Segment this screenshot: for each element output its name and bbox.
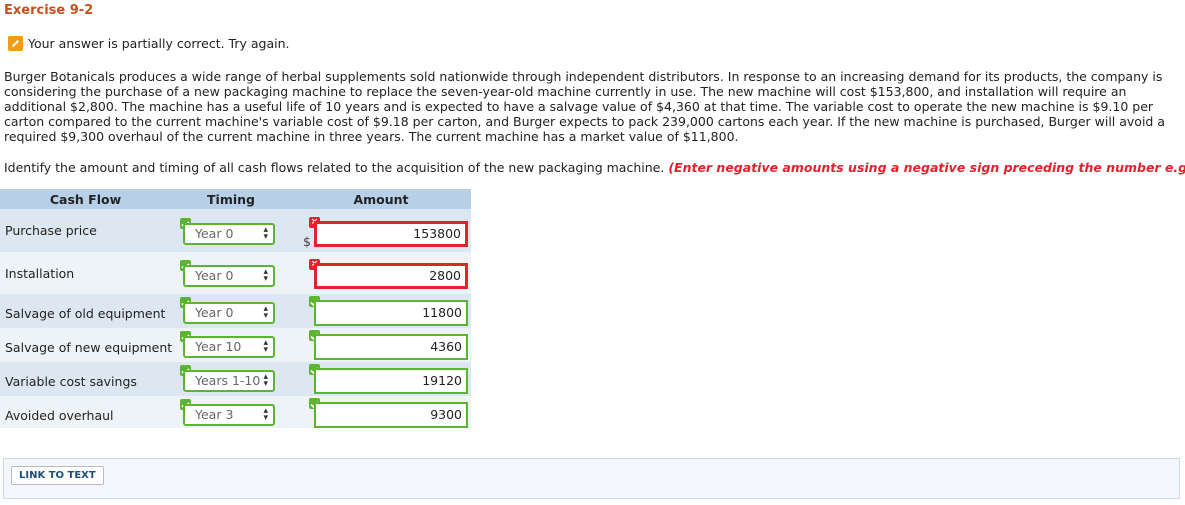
amount-input[interactable]: 4360	[314, 334, 468, 360]
table-row: Variable cost savings Years 1-10 ▴ ▾ 19120	[0, 362, 471, 396]
timing-value: Year 10	[195, 339, 242, 354]
select-arrows-icon: ▴ ▾	[263, 372, 268, 389]
cash-flow-table: Cash Flow Timing Amount	[0, 189, 471, 209]
timing-select[interactable]: Year 3 ▴ ▾	[183, 404, 275, 426]
row-label: Salvage of old equipment	[5, 306, 166, 321]
instruction-hint: (Enter negative amounts using a negative…	[668, 160, 1185, 175]
feedback-message: Your answer is partially correct. Try ag…	[8, 36, 289, 51]
row-label: Purchase price	[5, 223, 97, 238]
amount-input[interactable]: 11800	[314, 300, 468, 326]
header-cash-flow: Cash Flow	[0, 189, 171, 209]
amount-input[interactable]: 9300	[314, 402, 468, 428]
row-label: Salvage of new equipment	[5, 340, 173, 355]
amount-input[interactable]: 2800	[314, 263, 468, 289]
timing-select[interactable]: Year 10 ▴ ▾	[183, 336, 275, 358]
timing-select[interactable]: Year 0 ▴ ▾	[183, 302, 275, 324]
table-row: Salvage of old equipment Year 0 ▴ ▾ 11800	[0, 294, 471, 328]
timing-value: Year 0	[195, 226, 234, 241]
instruction-line: Identify the amount and timing of all ca…	[4, 160, 1185, 175]
timing-value: Year 3	[195, 407, 234, 422]
link-to-text-button[interactable]: LINK TO TEXT	[11, 466, 104, 485]
timing-select[interactable]: Years 1-10 ▴ ▾	[183, 370, 275, 392]
row-label: Installation	[5, 266, 75, 281]
select-arrows-icon: ▴ ▾	[263, 304, 268, 321]
timing-select[interactable]: Year 0 ▴ ▾	[183, 223, 275, 245]
pencil-icon	[8, 36, 23, 51]
header-timing: Timing	[171, 189, 291, 209]
row-label: Avoided overhaul	[5, 408, 114, 423]
table-row: Salvage of new equipment Year 10 ▴ ▾ 4360	[0, 328, 471, 362]
select-arrows-icon: ▴ ▾	[263, 267, 268, 284]
header-amount: Amount	[291, 189, 471, 209]
timing-value: Year 0	[195, 305, 234, 320]
bottom-panel: LINK TO TEXT	[3, 458, 1180, 499]
row-label: Variable cost savings	[5, 374, 137, 389]
select-arrows-icon: ▴ ▾	[263, 338, 268, 355]
timing-value: Years 1-10	[195, 373, 261, 388]
select-arrows-icon: ▴ ▾	[263, 225, 268, 242]
amount-input[interactable]: 153800	[314, 221, 468, 247]
select-arrows-icon: ▴ ▾	[263, 406, 268, 423]
problem-statement: Burger Botanicals produces a wide range …	[4, 69, 1165, 144]
exercise-title: Exercise 9-2	[4, 3, 94, 18]
instruction-text: Identify the amount and timing of all ca…	[4, 160, 665, 175]
table-row: Purchase priceYear 0▴▾$×153800	[0, 209, 471, 252]
table-row: Avoided overhaul Year 3 ▴ ▾ 9300	[0, 396, 471, 428]
currency-symbol: $	[303, 234, 311, 249]
amount-input[interactable]: 19120	[314, 368, 468, 394]
table-row: InstallationYear 0▴▾×2800	[0, 252, 471, 294]
timing-select[interactable]: Year 0 ▴ ▾	[183, 265, 275, 287]
feedback-text: Your answer is partially correct. Try ag…	[28, 36, 290, 51]
timing-value: Year 0	[195, 268, 234, 283]
